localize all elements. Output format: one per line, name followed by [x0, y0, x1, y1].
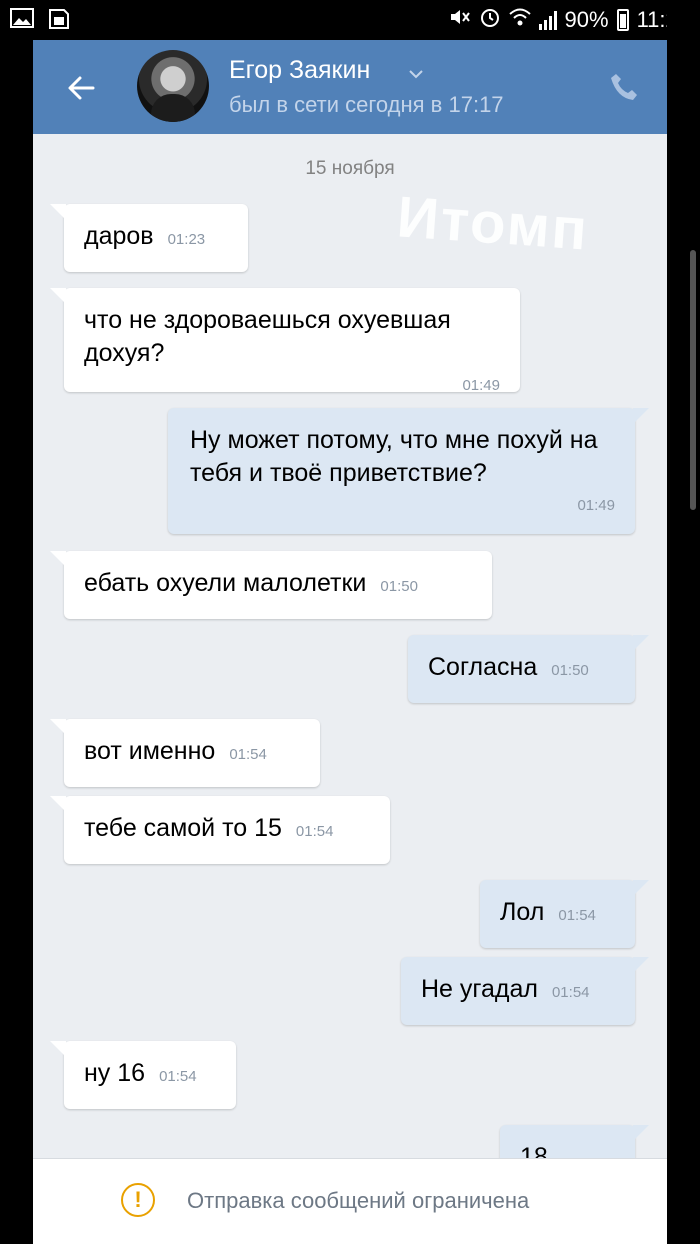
message-incoming[interactable]: даров 01:23 [50, 204, 248, 272]
wifi-icon [508, 7, 531, 33]
message-incoming[interactable]: ебать охуели малолетки 01:50 [50, 551, 492, 619]
message-text: вот именно [84, 737, 216, 765]
message-time: 01:54 [558, 907, 596, 924]
screenshot-icon [48, 8, 70, 35]
message-time: 01:50 [551, 662, 589, 679]
message-time: 01:54 [551, 984, 590, 1001]
mute-icon [449, 7, 471, 33]
watermark: Итомп [394, 184, 591, 263]
last-seen-status: был в сети сегодня в 17:17 [229, 92, 504, 117]
message-text: даров [84, 222, 154, 250]
message-time: 01:49 [462, 377, 500, 394]
message-text: Ну может потому, что мне похуй на тебя и… [190, 426, 598, 487]
restriction-bar: ! Отправка сообщений ограничена [33, 1158, 667, 1244]
chat-header: Егор Заякин был в сети сегодня в 17:17 [33, 40, 667, 134]
message-outgoing[interactable]: Ну может потому, что мне похуй на тебя и… [168, 408, 649, 534]
signal-icon [538, 10, 557, 30]
phone-icon[interactable] [607, 70, 641, 104]
avatar[interactable] [137, 50, 209, 122]
message-text: Лол [500, 898, 545, 926]
message-incoming[interactable]: вот именно 01:54 [50, 719, 320, 787]
message-text: ну 16 [84, 1059, 146, 1087]
message-incoming[interactable]: ну 16 01:54 [50, 1041, 236, 1109]
warning-icon: ! [121, 1183, 155, 1217]
message-outgoing[interactable]: Не угадал 01:54 [401, 957, 649, 1025]
message-time: 01:50 [380, 578, 418, 595]
message-text: ебать охуели малолетки [84, 569, 367, 597]
message-incoming[interactable]: тебе самой то 15 01:54 [50, 796, 390, 864]
message-incoming[interactable]: что не здороваешься охуевшая дохуя? 01:49 [50, 288, 520, 394]
message-outgoing[interactable]: Согласна 01:50 [408, 635, 649, 703]
message-text: Не угадал [421, 975, 538, 1003]
status-bar: 90% 11:25 [0, 0, 700, 40]
restriction-text: Отправка сообщений ограничена [187, 1188, 530, 1213]
gallery-icon [10, 8, 34, 35]
message-text: тебе самой то 15 [84, 814, 282, 842]
chat-screen: Егор Заякин был в сети сегодня в 17:17 1… [33, 40, 667, 1244]
back-arrow-icon[interactable] [63, 70, 99, 106]
message-text: Согласна [428, 653, 538, 681]
alarm-icon [479, 6, 501, 34]
battery-percent: 90% [564, 7, 609, 32]
contact-name[interactable]: Егор Заякин [229, 56, 370, 85]
message-time: 01:54 [295, 823, 334, 840]
screen-edge [667, 0, 700, 1244]
date-separator: 15 ноября [305, 158, 395, 179]
message-time: 01:54 [159, 1068, 197, 1085]
chevron-down-icon[interactable] [409, 66, 423, 79]
battery-icon [616, 9, 629, 31]
message-time: 01:23 [167, 231, 206, 248]
message-outgoing[interactable]: Лол 01:54 [480, 880, 649, 948]
message-time: 01:54 [229, 746, 267, 763]
message-text: что не здороваешься охуевшая дохуя? [84, 306, 451, 367]
message-time: 01:49 [577, 497, 615, 514]
scrollbar[interactable] [690, 250, 696, 510]
